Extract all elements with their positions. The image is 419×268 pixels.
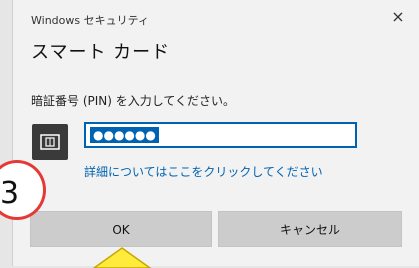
smart-card-icon <box>32 124 68 160</box>
close-button[interactable]: × <box>389 8 407 26</box>
pin-input[interactable]: ●●●●●● <box>84 122 357 148</box>
dialog-heading: スマート カード <box>31 42 171 63</box>
ok-button[interactable]: OK <box>30 211 212 247</box>
window-title: Windows セキュリティ <box>31 14 149 27</box>
card-reader-icon <box>40 134 60 150</box>
more-info-link[interactable]: 詳細についてはここをクリックしてください <box>84 163 323 180</box>
step-number: 3 <box>0 176 20 211</box>
pin-prompt: 暗証番号 (PIN) を入力してください。 <box>31 94 236 108</box>
smart-card-dialog: Windows セキュリティ × スマート カード 暗証番号 (PIN) を入力… <box>12 0 419 266</box>
pointer-arrow-icon <box>92 247 152 268</box>
cancel-button[interactable]: キャンセル <box>218 211 402 247</box>
pin-masked-value: ●●●●●● <box>90 127 159 143</box>
